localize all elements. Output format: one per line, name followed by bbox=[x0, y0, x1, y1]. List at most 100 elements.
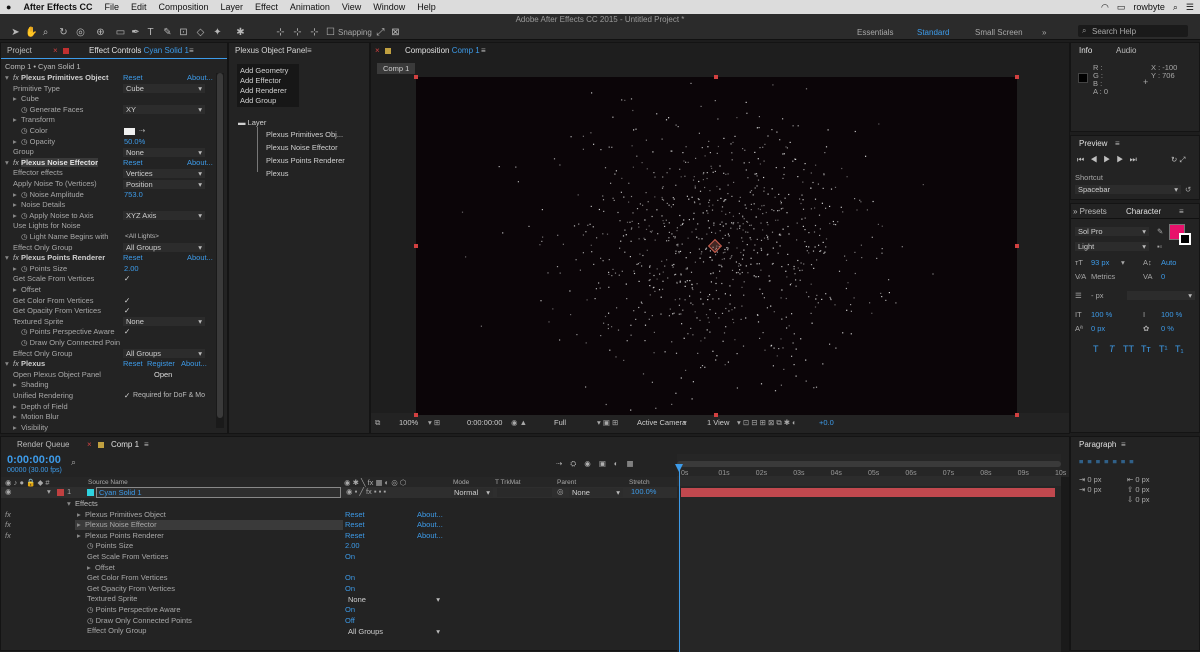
expand-icon[interactable]: ▸ bbox=[13, 190, 21, 200]
effect-select[interactable]: All Groups bbox=[123, 243, 205, 253]
effect-row[interactable]: Effector effects bbox=[13, 168, 63, 178]
effect-row[interactable]: ▾ fx Plexus Points Renderer bbox=[5, 253, 105, 263]
effect-row[interactable]: Get Opacity From Vertices bbox=[13, 306, 101, 316]
timeline-property[interactable]: Textured Sprite bbox=[87, 594, 137, 604]
expand-icon[interactable]: ▸ bbox=[13, 264, 21, 274]
effect-row[interactable]: Use Lights for Noise bbox=[13, 221, 81, 231]
close-tab-icon[interactable]: × bbox=[87, 439, 92, 451]
timeline-property[interactable]: ▸ Plexus Points Renderer bbox=[77, 531, 164, 541]
current-time[interactable]: 0:00:00:00 bbox=[467, 418, 502, 428]
menu-window[interactable]: Window bbox=[367, 2, 411, 12]
camera-dropdown-icon[interactable]: ▾ bbox=[683, 418, 687, 428]
layer-label-color[interactable] bbox=[57, 489, 64, 496]
tree-item-plexus[interactable]: Plexus bbox=[266, 169, 289, 179]
timeline-property[interactable]: Get Opacity From Vertices bbox=[87, 584, 175, 594]
panel-menu-icon[interactable]: ≡ bbox=[189, 45, 194, 57]
type-tool-icon[interactable]: T bbox=[145, 27, 156, 38]
time-navigator[interactable] bbox=[677, 461, 1061, 467]
add-renderer-button[interactable]: Add Renderer bbox=[240, 86, 287, 96]
puppet-tool-icon[interactable]: ✱ bbox=[235, 27, 246, 38]
timeline-property[interactable]: ▸ Plexus Noise Effector bbox=[77, 520, 157, 530]
panel-menu-icon[interactable]: ≡ bbox=[1179, 206, 1184, 218]
leading-value[interactable]: Auto bbox=[1161, 258, 1176, 268]
effect-checkbox[interactable]: ✓ bbox=[124, 296, 130, 306]
effect-row[interactable]: Primitive Type bbox=[13, 84, 60, 94]
effect-row[interactable]: Effect Only Group bbox=[13, 243, 72, 253]
expand-icon[interactable]: ▸ bbox=[13, 285, 21, 295]
pen-tool-icon[interactable]: ✒ bbox=[130, 27, 141, 38]
spotlight-icon[interactable]: ⌕ bbox=[1173, 2, 1178, 13]
effect-select[interactable]: Position bbox=[123, 179, 205, 189]
expand-icon[interactable]: ▾ bbox=[5, 158, 13, 168]
stopwatch-icon[interactable]: ◷ bbox=[87, 605, 94, 614]
effect-value[interactable]: 753.0 bbox=[124, 190, 143, 200]
snapshot-icon[interactable]: ◉ ▲ bbox=[511, 418, 527, 428]
expand-icon[interactable]: ▸ bbox=[77, 531, 85, 541]
fx-icon[interactable]: fx bbox=[5, 531, 11, 541]
fx-icon[interactable]: fx bbox=[13, 73, 19, 82]
axis-world-icon[interactable]: ⊹ bbox=[292, 27, 303, 38]
collapse-icon[interactable]: ▬ bbox=[238, 118, 246, 127]
tab-presets[interactable]: » Presets bbox=[1073, 206, 1107, 218]
snap-options-icon[interactable]: ⊠ bbox=[390, 27, 401, 38]
timeline-switch-icons[interactable]: ⇢⛭◉▣◐▦ bbox=[556, 459, 642, 469]
stopwatch-icon[interactable]: ◷ bbox=[21, 327, 28, 336]
baseline-shift-value[interactable]: 0 px bbox=[1091, 324, 1105, 334]
effect-text[interactable]: <All Lights> bbox=[125, 232, 159, 242]
open-button[interactable]: Open bbox=[154, 370, 172, 380]
timeline-graph[interactable]: 0s 01s 02s 03s 04s 05s 06s 07s 08s 09s 10s bbox=[675, 454, 1066, 652]
user-name[interactable]: rowbyte bbox=[1133, 2, 1165, 12]
reset-link[interactable]: Reset bbox=[345, 531, 365, 541]
effect-row[interactable]: Group bbox=[13, 147, 34, 157]
menu-file[interactable]: File bbox=[98, 2, 125, 12]
layer-handle[interactable] bbox=[1015, 413, 1019, 417]
layer-switches[interactable]: ◉ ▪ ╱ fx ▪ ▪ ▪ bbox=[346, 487, 386, 497]
effect-row[interactable]: Textured Sprite bbox=[13, 317, 63, 327]
font-size-dropdown-icon[interactable]: ▾ bbox=[1121, 258, 1125, 268]
selection-tool-icon[interactable]: ➤ bbox=[10, 27, 21, 38]
view-layout-select[interactable]: 1 View bbox=[707, 418, 729, 428]
fx-icon[interactable]: fx bbox=[5, 520, 11, 530]
eyedropper-icon[interactable]: ✎ bbox=[1157, 227, 1163, 237]
expand-icon[interactable]: ▸ bbox=[13, 200, 21, 210]
panel-menu-icon[interactable]: ≡ bbox=[144, 439, 149, 451]
expand-icon[interactable]: ▾ bbox=[5, 359, 13, 369]
indent-left[interactable]: ⇥ 0 px bbox=[1079, 475, 1102, 485]
superscript-button[interactable]: T¹ bbox=[1159, 344, 1168, 354]
effect-row[interactable]: ▸ Depth of Field bbox=[13, 402, 68, 412]
effect-select[interactable]: None bbox=[123, 317, 205, 327]
fx-icon[interactable]: fx bbox=[13, 158, 19, 167]
playback-controls[interactable]: ⏮◀▶▶⏭ bbox=[1077, 155, 1143, 165]
effect-checkbox[interactable]: ✓ bbox=[124, 391, 130, 401]
timeline-timecode[interactable]: 0:00:00:00 bbox=[7, 454, 61, 466]
view-options-icons[interactable]: ▾ ⊡ ⊟ ⊞ ⊠ ⧉ ✱ ◐ bbox=[737, 418, 797, 428]
menu-edit[interactable]: Edit bbox=[125, 2, 153, 12]
effect-row[interactable]: ▾ fx Plexus Primitives Object bbox=[5, 73, 108, 83]
apple-icon[interactable]: ● bbox=[0, 2, 17, 12]
loop-icon[interactable]: ↻ ⤢ bbox=[1171, 155, 1185, 165]
font-size-value[interactable]: 93 px bbox=[1091, 258, 1109, 268]
effect-row[interactable]: Get Color From Vertices bbox=[13, 296, 93, 306]
timeline-property[interactable]: ▾ Effects bbox=[67, 499, 98, 509]
effect-row[interactable]: ◷ Color bbox=[21, 126, 48, 136]
close-tab-icon[interactable]: × bbox=[53, 45, 58, 57]
layer-handle[interactable] bbox=[714, 413, 718, 417]
effect-row[interactable]: ▸ ◷ Noise Amplitude bbox=[13, 190, 84, 200]
register-link[interactable]: Register bbox=[147, 359, 175, 369]
effect-checkbox[interactable]: ✓ bbox=[124, 327, 130, 337]
stopwatch-icon[interactable]: ◷ bbox=[21, 264, 28, 273]
expand-icon[interactable]: ▾ bbox=[5, 73, 13, 83]
reset-link[interactable]: Reset bbox=[123, 359, 143, 369]
tracking-value[interactable]: 0 bbox=[1161, 272, 1165, 282]
menu-animation[interactable]: Animation bbox=[284, 2, 336, 12]
property-value[interactable]: Off bbox=[345, 616, 355, 626]
indent-first[interactable]: ⇥ 0 px bbox=[1079, 485, 1102, 495]
list-icon[interactable]: ☰ bbox=[1186, 2, 1194, 13]
timeline-property[interactable]: ◷ Draw Only Connected Points bbox=[87, 616, 192, 626]
lock-icon[interactable] bbox=[385, 48, 391, 54]
zoom-select[interactable]: 100% bbox=[399, 418, 418, 428]
scrollbar[interactable] bbox=[216, 73, 224, 428]
expand-icon[interactable]: ▸ bbox=[87, 563, 95, 573]
region-icon[interactable]: ▾ ▣ ⊞ bbox=[597, 418, 618, 428]
effect-select[interactable]: Cube bbox=[123, 84, 205, 94]
